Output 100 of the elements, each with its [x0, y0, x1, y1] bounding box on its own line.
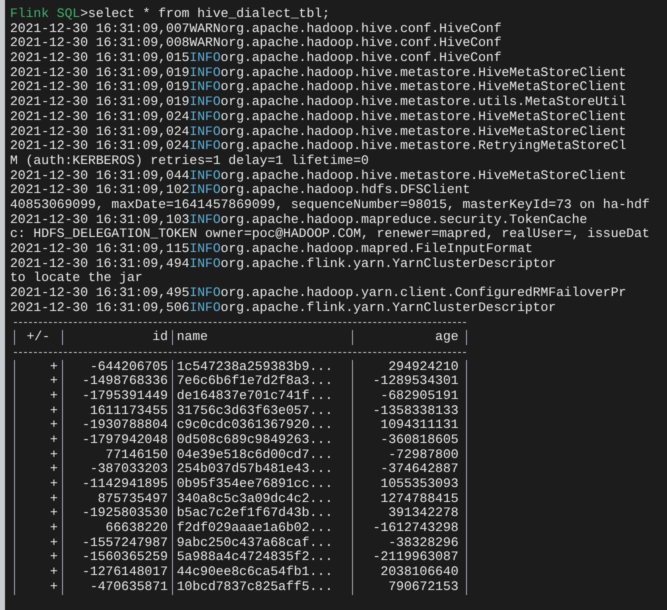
log-level: INFO	[189, 108, 221, 124]
table-cell: -1498768336	[62, 374, 172, 389]
table-cell: -1557247987	[62, 536, 172, 550]
log-level: INFO	[189, 64, 221, 80]
logger-name: org.apache.hadoop.hive.conf.HiveConf	[220, 35, 502, 50]
log-timestamp: 2021-12-30 16:31:09,506	[10, 300, 190, 315]
table-cell: -1925803530	[62, 506, 172, 522]
table-cell: 1094311131	[352, 418, 462, 433]
table-cell: 31756c3d63f63e057...	[172, 404, 352, 418]
logger-name: org.apache.hadoop.hive.metastore.HiveMetaStoreClient	[220, 124, 626, 138]
table-cell: +	[14, 506, 62, 522]
log-timestamp: 2021-12-30 16:31:09,015	[10, 50, 190, 66]
log-timestamp: 2021-12-30 16:31:09,495	[10, 285, 190, 300]
table-cell: -1289534301	[352, 374, 462, 389]
table-cell: 875735497	[62, 492, 172, 506]
log-level: INFO	[189, 79, 221, 94]
table-cell: 340a8c5c3a09dc4c2...	[172, 492, 352, 506]
table-cell: 1274788415	[352, 492, 462, 506]
logger-name: org.apache.hadoop.hive.conf.HiveConf	[220, 20, 502, 36]
table-cell: +	[14, 432, 62, 448]
table-cell: -470635871	[62, 580, 172, 594]
table-cell: 0d508c689c9849263...	[172, 432, 352, 448]
table-cell: -1142941895	[62, 477, 172, 492]
table-cell: 77146150	[62, 448, 172, 462]
logger-name: org.apache.hadoop.mapred.FileInputFormat	[220, 241, 533, 256]
logger-name: org.apache.hadoop.hive.metastore.HiveMetaStoreClient	[220, 64, 626, 80]
table-cell: +	[14, 448, 62, 462]
logger-name: org.apache.hadoop.yarn.client.ConfiguredRMFailoverPr	[220, 285, 626, 300]
log-level: INFO	[189, 182, 221, 198]
logger-name: org.apache.hadoop.hive.metastore.RetryingMetaStoreCl	[220, 138, 626, 154]
table-cell: +	[14, 404, 62, 418]
table-cell: -1797942048	[62, 432, 172, 448]
table-cell: de164837e701c741f...	[172, 388, 352, 404]
log-continuation: c: HDFS_DELEGATION_TOKEN owner=poc@HADOOP.COM, renewer=mapred, realUser=, issueDat	[10, 226, 650, 242]
log-level: INFO	[189, 124, 221, 138]
table-cell: -1276148017	[62, 565, 172, 580]
logger-name: org.apache.hadoop.hdfs.DFSClient	[220, 182, 470, 198]
log-timestamp: 2021-12-30 16:31:09,102	[10, 182, 190, 198]
table-cell: 2038106640	[352, 565, 462, 580]
logger-name: org.apache.hadoop.hive.metastore.utils.MetaStoreUtil	[220, 94, 626, 110]
table-cell: 391342278	[352, 506, 462, 522]
log-continuation: 40853069099, maxDate=1641457869099, sequenceNumber=98015, masterKeyId=73 on ha-hdf	[10, 196, 650, 212]
log-continuation: to locate the jar	[10, 270, 143, 286]
logger-name: org.apache.hadoop.mapreduce.security.TokenCache	[220, 212, 588, 227]
table-cell: +	[14, 374, 62, 389]
table-cell: 294924210	[352, 360, 462, 374]
table-cell: +	[14, 565, 62, 580]
table-cell: -1358338133	[352, 404, 462, 418]
table-cell: 7e6c6b6f1e7d2f8a3...	[172, 374, 352, 389]
log-timestamp: 2021-12-30 16:31:09,019	[10, 79, 190, 94]
table-cell: +	[14, 550, 62, 566]
column-header: age	[352, 330, 462, 345]
table-cell: 66638220	[62, 521, 172, 536]
log-level: WARN	[189, 20, 221, 36]
column-header: name	[172, 330, 352, 345]
log-level: INFO	[189, 241, 221, 256]
log-timestamp: 2021-12-30 16:31:09,007	[10, 20, 190, 36]
log-timestamp: 2021-12-30 16:31:09,019	[10, 94, 190, 110]
log-timestamp: 2021-12-30 16:31:09,044	[10, 168, 190, 183]
table-cell: +	[14, 462, 62, 477]
log-continuation: M (auth:KERBEROS) retries=1 delay=1 lifetime=0	[10, 152, 369, 168]
table-cell: -1612743298	[352, 521, 462, 536]
log-level: INFO	[189, 94, 221, 110]
log-level: INFO	[189, 256, 221, 271]
logger-name: org.apache.hadoop.hive.metastore.HiveMetaStoreClient	[220, 168, 626, 183]
table-cell: -1795391449	[62, 388, 172, 404]
logger-name: org.apache.flink.yarn.YarnClusterDescriptor	[220, 300, 556, 315]
column-header: +/-	[14, 330, 62, 345]
sql-command: select * from hive_dialect_tbl;	[88, 6, 330, 21]
prompt-label: Flink SQL	[10, 6, 80, 21]
table-cell: +	[14, 388, 62, 404]
table-cell: -1560365259	[62, 550, 172, 566]
table-cell: f2df029aaae1a6b02...	[172, 521, 352, 536]
table-cell: b5ac7c2ef1f67d43b...	[172, 506, 352, 522]
logger-name: org.apache.hadoop.hive.metastore.HiveMetaStoreClient	[220, 108, 626, 124]
table-cell: +	[14, 521, 62, 536]
log-level: WARN	[189, 35, 221, 50]
logger-name: org.apache.hadoop.hive.conf.HiveConf	[220, 50, 502, 66]
table-cell: +	[14, 418, 62, 433]
table-cell: +	[14, 360, 62, 374]
log-timestamp: 2021-12-30 16:31:09,019	[10, 64, 190, 80]
log-level: INFO	[189, 300, 221, 315]
log-level: INFO	[189, 168, 221, 183]
table-cell: +	[14, 580, 62, 594]
table-cell: +	[14, 492, 62, 506]
table-cell: -38328296	[352, 536, 462, 550]
table-cell: -72987800	[352, 448, 462, 462]
log-timestamp: 2021-12-30 16:31:09,103	[10, 212, 190, 227]
table-cell: 254b037d57b481e43...	[172, 462, 352, 477]
log-timestamp: 2021-12-30 16:31:09,008	[10, 35, 190, 50]
table-cell: 790672153	[352, 580, 462, 594]
log-timestamp: 2021-12-30 16:31:09,024	[10, 124, 190, 138]
table-cell: 1611173455	[62, 404, 172, 418]
table-cell: 44c90ee8c6ca54fb1...	[172, 565, 352, 580]
table-cell: -1930788804	[62, 418, 172, 433]
table-cell: -387033203	[62, 462, 172, 477]
log-level: INFO	[189, 285, 221, 300]
table-cell: 0b95f354ee76891cc...	[172, 477, 352, 492]
table-cell: 04e39e518c6d00cd7...	[172, 448, 352, 462]
table-cell: -682905191	[352, 388, 462, 404]
